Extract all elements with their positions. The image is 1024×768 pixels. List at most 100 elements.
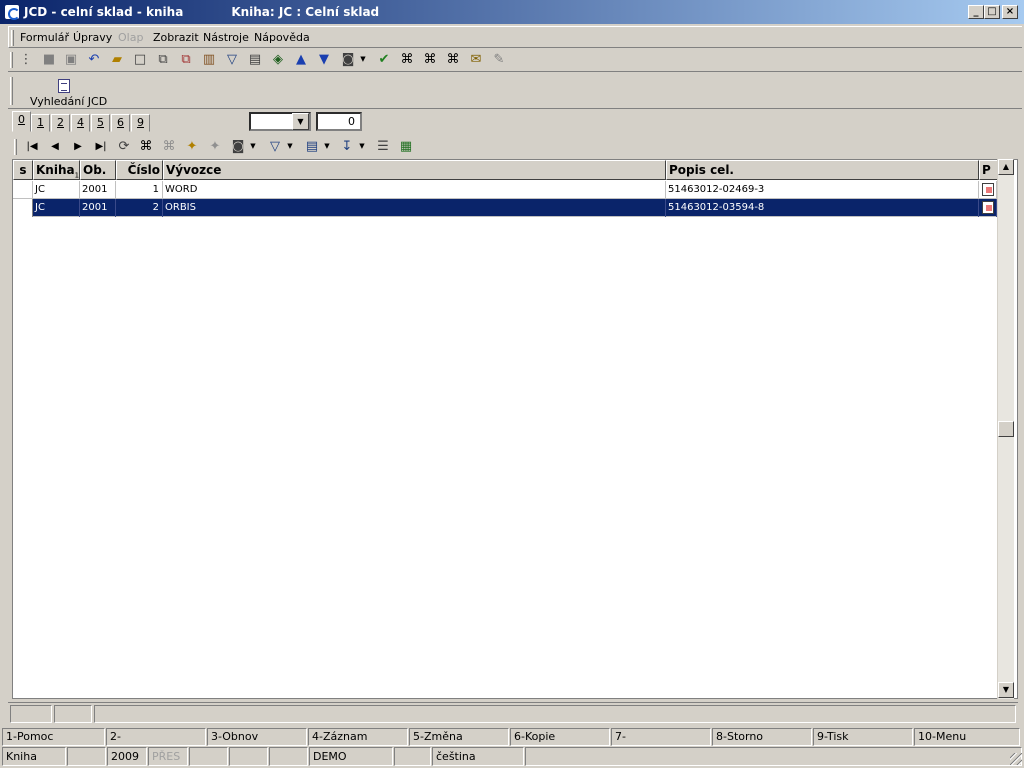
status-book: Kniha: [2, 747, 66, 766]
green-check-icon[interactable]: ✔: [374, 49, 394, 69]
toolbar-grip[interactable]: [10, 52, 13, 68]
cell-ob: 2001: [80, 199, 116, 217]
menu-grip[interactable]: [11, 30, 14, 46]
scroll-down-button[interactable]: ▼: [998, 682, 1014, 698]
close-button[interactable]: ×: [1002, 5, 1018, 19]
column-header-kniha[interactable]: Kniha1: [33, 160, 80, 180]
status-company: DEMO: [309, 747, 393, 766]
tab-0[interactable]: 0: [12, 111, 31, 132]
menu-zobrazit[interactable]: Zobrazit: [153, 31, 199, 44]
fkey-3-obnov[interactable]: 3-Obnov: [207, 728, 307, 746]
binoculars-next-icon[interactable]: ⌘: [420, 49, 440, 69]
cell-p[interactable]: [979, 199, 997, 217]
cell-p[interactable]: [979, 181, 997, 199]
book-icon[interactable]: ▥: [199, 49, 219, 69]
column-header-vyvozce[interactable]: Vývozce: [163, 160, 666, 180]
filter-icon[interactable]: ▽: [222, 49, 242, 69]
sort-dropdown-icon[interactable]: ▼: [357, 136, 367, 156]
column-header-s[interactable]: s: [13, 160, 33, 180]
last-record-icon[interactable]: ▶|: [91, 136, 111, 156]
scroll-up-button[interactable]: ▲: [998, 159, 1014, 175]
filter-list-icon[interactable]: ▤: [245, 49, 265, 69]
menu-upravy[interactable]: Úpravy: [73, 31, 112, 44]
column-header-popis[interactable]: Popis cel.: [666, 160, 979, 180]
column-header-p[interactable]: P: [979, 160, 998, 180]
window-title: JCD - celní sklad - kniha Kniha: JC : Cel…: [24, 5, 379, 19]
column-dropdown-icon[interactable]: ▼: [322, 136, 332, 156]
new-document-icon[interactable]: □: [130, 49, 150, 69]
mail-icon[interactable]: ✉: [466, 49, 486, 69]
edit-icon[interactable]: ✎: [489, 49, 509, 69]
refresh-icon[interactable]: ⟳: [114, 136, 134, 156]
count-field[interactable]: 0: [316, 112, 362, 131]
nav-toolbar-grip[interactable]: [14, 139, 17, 155]
binoculars-icon[interactable]: ⌘: [136, 136, 156, 156]
attachment-icon[interactable]: [982, 201, 994, 214]
camera-dropdown-icon[interactable]: ▼: [248, 136, 258, 156]
tab-1[interactable]: 1: [31, 114, 50, 132]
tab-6[interactable]: 6: [111, 114, 130, 132]
open-folder-icon[interactable]: ▰: [107, 49, 127, 69]
copy-icon[interactable]: ⧉: [153, 49, 173, 69]
column-header-ob[interactable]: Ob.: [80, 160, 116, 180]
stack-icon[interactable]: ◈: [268, 49, 288, 69]
maximize-button[interactable]: □: [984, 5, 1000, 19]
arrow-down-icon[interactable]: ▼: [314, 49, 334, 69]
fkey-5-zmena[interactable]: 5-Změna: [409, 728, 509, 746]
arrow-up-icon[interactable]: ▲: [291, 49, 311, 69]
app-icon[interactable]: [4, 4, 20, 20]
tab-2[interactable]: 2: [51, 114, 70, 132]
table-row[interactable]: JC 2001 1 WORD 51463012-02469-3: [13, 181, 997, 199]
filter-icon[interactable]: ▽: [265, 136, 285, 156]
table-row-selected[interactable]: JC 2001 2 ORBIS 51463012-03594-8: [13, 199, 997, 217]
first-record-icon[interactable]: |◀: [22, 136, 42, 156]
tab-9[interactable]: 9: [131, 114, 150, 132]
menu-napoveda[interactable]: Nápověda: [254, 31, 310, 44]
tab-4[interactable]: 4: [71, 114, 90, 132]
menu-nastroje[interactable]: Nástroje: [203, 31, 249, 44]
save-as-icon[interactable]: ▣: [61, 49, 81, 69]
undo-icon[interactable]: ↶: [84, 49, 104, 69]
fkey-10-menu[interactable]: 10-Menu: [914, 728, 1020, 746]
resize-grip[interactable]: [1010, 753, 1022, 765]
paste-icon[interactable]: ⧉: [176, 49, 196, 69]
fkey-4-zaznam[interactable]: 4-Záznam: [308, 728, 408, 746]
fkey-8-storno[interactable]: 8-Storno: [712, 728, 812, 746]
scroll-thumb[interactable]: [998, 421, 1014, 437]
attachment-icon[interactable]: [982, 183, 994, 196]
cell-s: [13, 199, 33, 217]
column-header-cislo[interactable]: Číslo: [116, 160, 163, 180]
save-icon[interactable]: ■: [39, 49, 59, 69]
camera-dropdown-icon[interactable]: ▼: [358, 49, 368, 69]
column-icon[interactable]: ▤: [302, 136, 322, 156]
filter-dropdown-icon[interactable]: ▼: [285, 136, 295, 156]
search-toolbar-grip[interactable]: [10, 77, 13, 105]
fkey-7[interactable]: 7-: [611, 728, 711, 746]
status-year: 2009: [107, 747, 147, 766]
camera-icon[interactable]: ◙: [228, 136, 248, 156]
window-subtitle: Kniha: JC : Celní sklad: [231, 5, 380, 19]
tree-icon[interactable]: ⋮: [16, 49, 36, 69]
filter-dropdown-icon[interactable]: ▼: [292, 113, 309, 130]
minimize-button[interactable]: _: [968, 5, 984, 19]
sort-az-icon[interactable]: ↧: [337, 136, 357, 156]
fkey-6-kopie[interactable]: 6-Kopie: [510, 728, 610, 746]
vertical-scrollbar[interactable]: ▲ ▼: [997, 159, 1014, 699]
prev-record-icon[interactable]: ◀: [45, 136, 65, 156]
status-empty-5: [394, 747, 431, 766]
tab-5[interactable]: 5: [91, 114, 110, 132]
column-header-kniha-label: Kniha: [36, 163, 75, 177]
next-record-icon[interactable]: ▶: [68, 136, 88, 156]
fkey-1-pomoc[interactable]: 1-Pomoc: [2, 728, 105, 746]
menu-olap: Olap: [118, 31, 144, 44]
fkey-9-tisk[interactable]: 9-Tisk: [813, 728, 913, 746]
list-format-icon[interactable]: ☰: [373, 136, 393, 156]
fkey-2[interactable]: 2-: [106, 728, 206, 746]
add-record-icon[interactable]: ✦: [182, 136, 202, 156]
binoculars-prev-icon[interactable]: ⌘: [443, 49, 463, 69]
vyhledani-jcd-button[interactable]: Vyhledání JCD: [18, 75, 107, 108]
menu-formular[interactable]: Formulář: [20, 31, 69, 44]
excel-export-icon[interactable]: ▦: [396, 136, 416, 156]
binoculars-icon[interactable]: ⌘: [397, 49, 417, 69]
camera-icon[interactable]: ◙: [338, 49, 358, 69]
